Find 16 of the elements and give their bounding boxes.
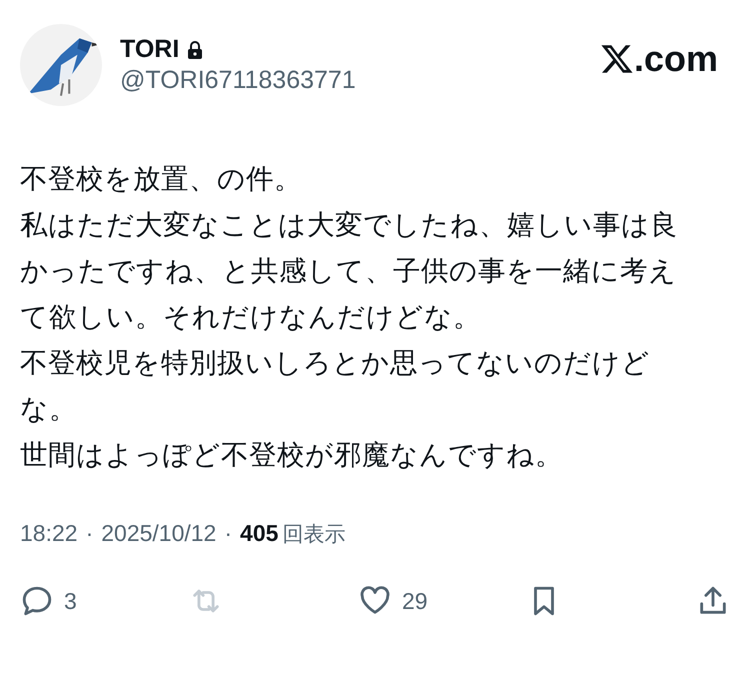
action-count: 29 [402, 588, 428, 614]
separator: · [86, 520, 94, 547]
separator: · [224, 520, 232, 547]
post-text: 世間はよっぽど不登校が邪魔なんですね。 [20, 438, 564, 473]
view-count: 405 [240, 520, 278, 547]
post-date: 2025/10/12 [101, 520, 216, 547]
reply-icon[interactable] [20, 584, 54, 618]
post-text: 不登校を放置、の件。 [20, 162, 303, 197]
author-name[interactable]: TORI [120, 35, 180, 64]
brand-text: .com [634, 38, 718, 80]
views-label: 回表示 [282, 522, 346, 548]
action-count: 3 [64, 588, 77, 614]
author-handle[interactable]: @TORI67118363771 [120, 66, 582, 95]
post-text: 不登校児を特別扱いしろとか思ってないのだけどな。 [20, 346, 651, 427]
post-text: 私はただ大変なことは大変でしたね、嬉しい事は良かったですね、と共感して、子供の事を一緒に考えて欲しい。それだけなんだけどな。 [20, 208, 679, 335]
post-time: 18:22 [20, 520, 78, 547]
